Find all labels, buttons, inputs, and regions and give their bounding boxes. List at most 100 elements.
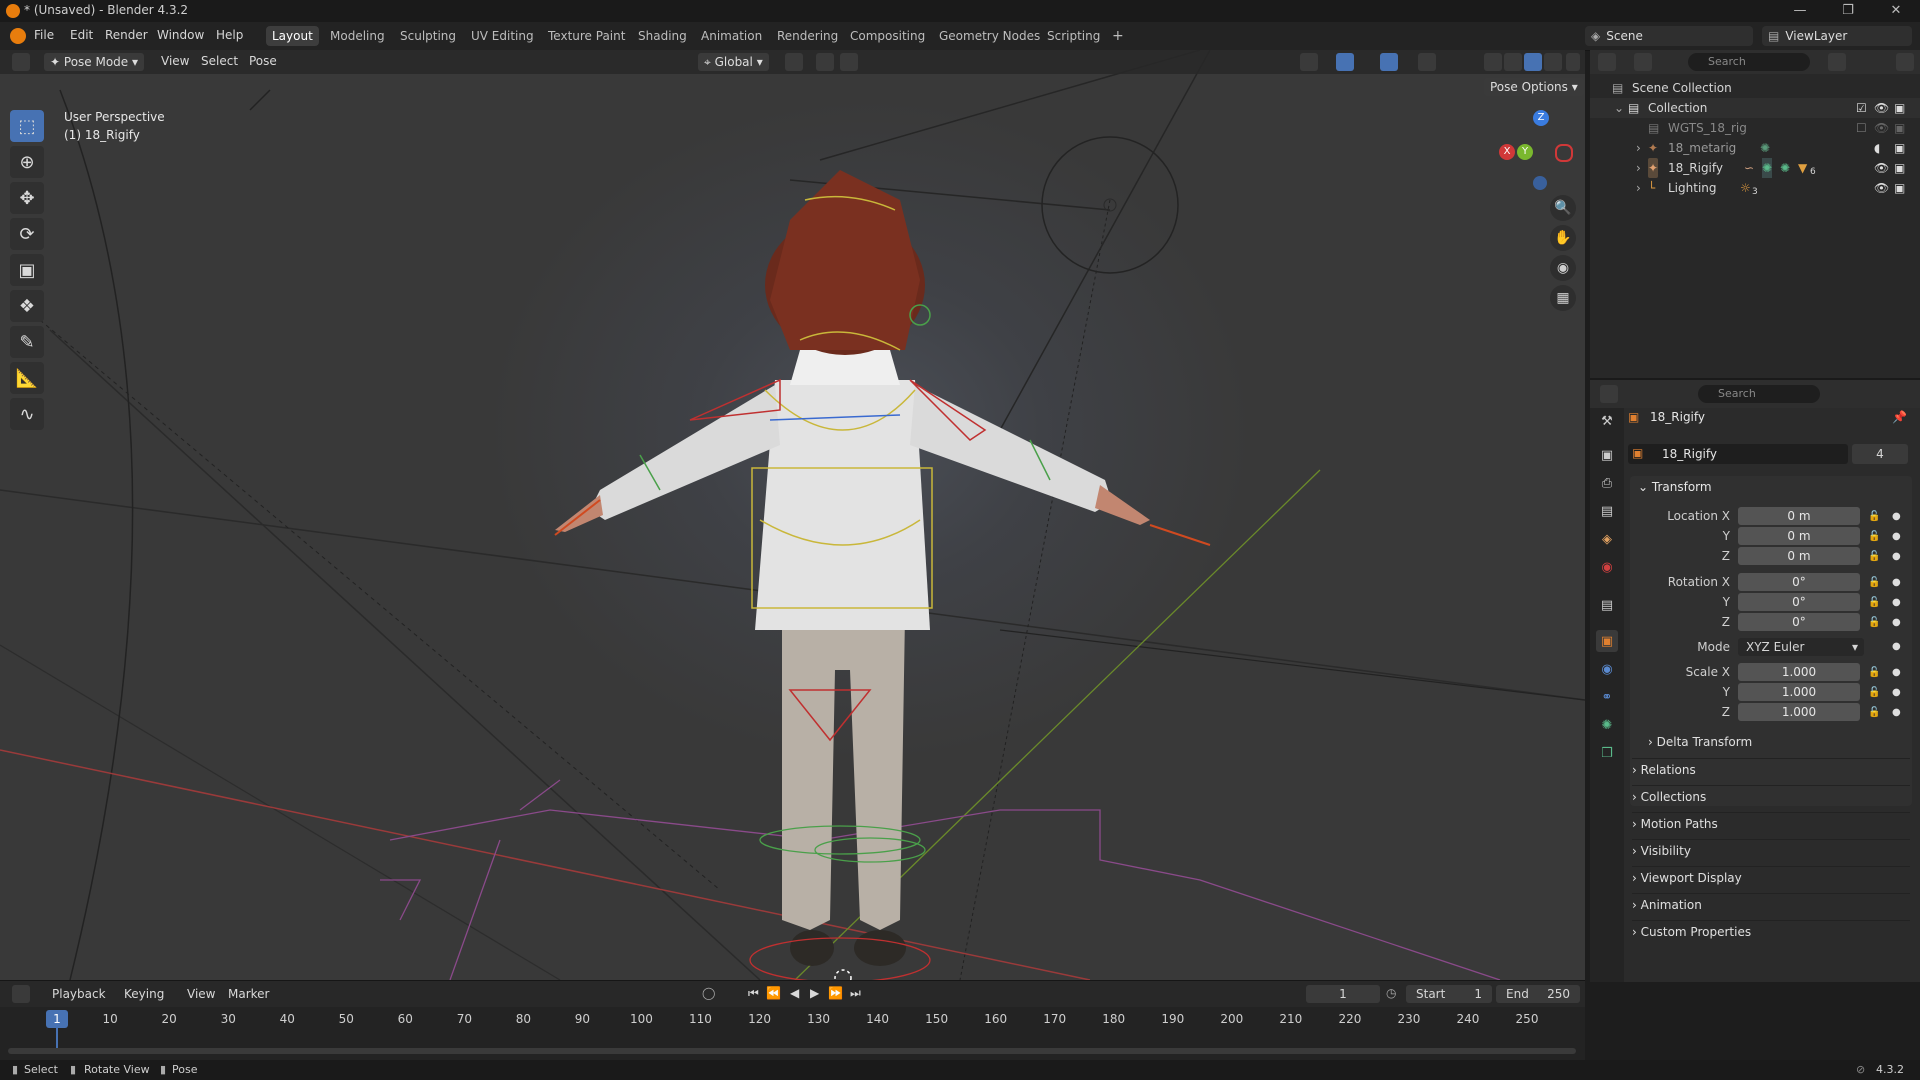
select-box-icon[interactable]: ⬚ — [10, 110, 44, 142]
keyframe-dot-icon[interactable]: ● — [1892, 707, 1901, 718]
outliner-item-lighting[interactable]: › └ Lighting ☼ 3 👁 ▣ — [1590, 178, 1920, 198]
end-frame-field[interactable]: End 250 — [1496, 985, 1580, 1003]
play-reverse-icon[interactable]: ◀ — [790, 986, 799, 1000]
eye-icon[interactable]: 👁 — [1874, 178, 1889, 198]
menu-playback[interactable]: Playback — [52, 987, 106, 1001]
tab-texture-paint[interactable]: Texture Paint — [542, 26, 631, 46]
filter-icon[interactable] — [1828, 53, 1846, 71]
tab-animation[interactable]: Animation — [695, 26, 768, 46]
menu-keying[interactable]: Keying — [124, 987, 164, 1001]
prev-keyframe-icon[interactable]: ⏪ — [766, 986, 781, 1000]
keyframe-dot-icon[interactable]: ● — [1892, 617, 1901, 628]
close-icon[interactable]: ✕ — [1876, 0, 1916, 22]
transform-panel-header[interactable]: ⌄ Transform — [1638, 480, 1712, 494]
annotate-icon[interactable]: ✎ — [10, 326, 44, 358]
collections-panel[interactable]: › Collections — [1632, 785, 1910, 808]
menu-view[interactable]: View — [161, 54, 189, 68]
zoom-icon[interactable]: 🔍 — [1550, 195, 1576, 221]
lock-icon[interactable]: 🔓 — [1868, 597, 1880, 608]
navigation-gizmo[interactable]: Z X Y — [1497, 108, 1577, 190]
tab-uv-editing[interactable]: UV Editing — [465, 26, 540, 46]
keyframe-dot-icon[interactable]: ● — [1892, 531, 1901, 542]
current-frame-field[interactable]: 1 — [1306, 985, 1380, 1003]
bone-tab-icon[interactable]: ❒ — [1596, 742, 1618, 764]
gizmo-neg-x[interactable] — [1555, 144, 1573, 162]
rotation-z-field[interactable]: 0° — [1738, 613, 1860, 631]
keyframe-dot-icon[interactable]: ● — [1892, 577, 1901, 588]
camera-render-icon[interactable]: ▣ — [1894, 138, 1905, 158]
visibility-panel[interactable]: › Visibility — [1632, 839, 1910, 862]
outliner-item-wgts[interactable]: ▤ WGTS_18_rig ☐ 👁 ▣ — [1590, 118, 1920, 138]
user-count[interactable]: 4 — [1852, 444, 1908, 464]
lock-icon[interactable]: 🔓 — [1868, 531, 1880, 542]
eye-icon[interactable]: 👁 — [1874, 158, 1889, 178]
display-mode-icon[interactable] — [1634, 53, 1652, 71]
relations-panel[interactable]: › Relations — [1632, 758, 1910, 781]
gizmo-y-axis[interactable]: Y — [1517, 144, 1533, 160]
tool-tab-icon[interactable]: ⚒ — [1596, 410, 1618, 432]
play-icon[interactable]: ▶ — [810, 986, 819, 1000]
pin-icon[interactable]: 📌 — [1892, 410, 1907, 424]
shading-options-icon[interactable] — [1566, 53, 1580, 71]
menu-select[interactable]: Select — [201, 54, 238, 68]
transform-orientation-selector[interactable]: ⌖ Global ▾ — [698, 53, 769, 71]
playhead-frame-label[interactable]: 1 — [46, 1010, 68, 1028]
jump-start-icon[interactable]: ⏮ — [748, 986, 759, 1001]
gizmo-neg-z[interactable] — [1533, 176, 1547, 190]
snap-target-icon[interactable] — [840, 53, 858, 71]
render-tab-icon[interactable]: ▣ — [1596, 444, 1618, 466]
rendered-shading-icon[interactable] — [1544, 53, 1562, 71]
custom-properties-panel[interactable]: › Custom Properties — [1632, 920, 1910, 943]
mode-selector[interactable]: ✦ Pose Mode ▾ — [44, 53, 145, 71]
gizmo-z-axis[interactable]: Z — [1533, 110, 1549, 126]
clock-icon[interactable]: ◷ — [1386, 986, 1396, 1000]
animation-panel[interactable]: › Animation — [1632, 893, 1910, 916]
chevron-right-icon[interactable]: › — [1636, 158, 1641, 178]
perspective-grid-icon[interactable]: ▦ — [1550, 285, 1576, 311]
outliner-item-scene-collection[interactable]: ▤ Scene Collection — [1590, 78, 1920, 98]
rotate-icon[interactable]: ⟳ — [10, 218, 44, 250]
jump-end-icon[interactable]: ⏭ — [850, 986, 861, 1001]
next-keyframe-icon[interactable]: ⏩ — [828, 986, 843, 1000]
pivot-point-icon[interactable] — [785, 53, 803, 71]
add-workspace-icon[interactable]: + — [1106, 26, 1130, 46]
outliner-item-rigify[interactable]: › ✦ 18_Rigify ∽ ✺ ✺ ▼ 6 👁 ▣ — [1590, 158, 1920, 178]
new-collection-icon[interactable] — [1896, 53, 1914, 71]
view-layer-selector[interactable]: ▤ ViewLayer — [1762, 26, 1912, 46]
pose-options-dropdown[interactable]: Pose Options ▾ — [1484, 78, 1584, 96]
move-icon[interactable]: ✥ — [10, 182, 44, 214]
motion-paths-panel[interactable]: › Motion Paths — [1632, 812, 1910, 835]
lock-icon[interactable]: 🔓 — [1868, 687, 1880, 698]
gizmo-x-axis[interactable]: X — [1499, 144, 1515, 160]
scale-x-field[interactable]: 1.000 — [1738, 663, 1860, 681]
menu-marker[interactable]: Marker — [228, 987, 269, 1001]
timeline-scrollbar[interactable] — [8, 1048, 1576, 1054]
chevron-down-icon[interactable]: ⌄ — [1614, 98, 1624, 118]
cursor-icon[interactable]: ⊕ — [10, 146, 44, 178]
lock-icon[interactable]: 🔓 — [1868, 551, 1880, 562]
scale-y-field[interactable]: 1.000 — [1738, 683, 1860, 701]
rotation-mode-dropdown[interactable]: XYZ Euler ▾ — [1738, 638, 1864, 656]
lock-icon[interactable]: 🔓 — [1868, 511, 1880, 522]
output-tab-icon[interactable]: ⎙ — [1596, 472, 1618, 494]
scene-selector[interactable]: ◈ Scene — [1585, 26, 1753, 46]
camera-render-icon[interactable]: ▣ — [1894, 158, 1905, 178]
wireframe-shading-icon[interactable] — [1484, 53, 1502, 71]
keyframe-dot-icon[interactable]: ● — [1892, 511, 1901, 522]
visibility-icon[interactable] — [1300, 53, 1318, 71]
gizmo-toggle-icon[interactable] — [1336, 53, 1354, 71]
scale-icon[interactable]: ▣ — [10, 254, 44, 286]
measure-icon[interactable]: 📐 — [10, 362, 44, 394]
camera-render-icon[interactable]: ▣ — [1894, 118, 1905, 138]
tab-sculpting[interactable]: Sculpting — [394, 26, 462, 46]
camera-render-icon[interactable]: ▣ — [1894, 178, 1905, 198]
eye-icon[interactable]: 👁 — [1874, 98, 1889, 118]
lock-icon[interactable]: 🔓 — [1868, 577, 1880, 588]
xray-icon[interactable] — [1418, 53, 1436, 71]
transform-icon[interactable]: ❖ — [10, 290, 44, 322]
menu-view[interactable]: View — [187, 987, 215, 1001]
viewport-display-panel[interactable]: › Viewport Display — [1632, 866, 1910, 889]
chevron-right-icon[interactable]: › — [1636, 178, 1641, 198]
outliner-item-collection[interactable]: ⌄ ▤ Collection ☑ 👁 ▣ — [1590, 98, 1920, 118]
tab-shading[interactable]: Shading — [632, 26, 693, 46]
